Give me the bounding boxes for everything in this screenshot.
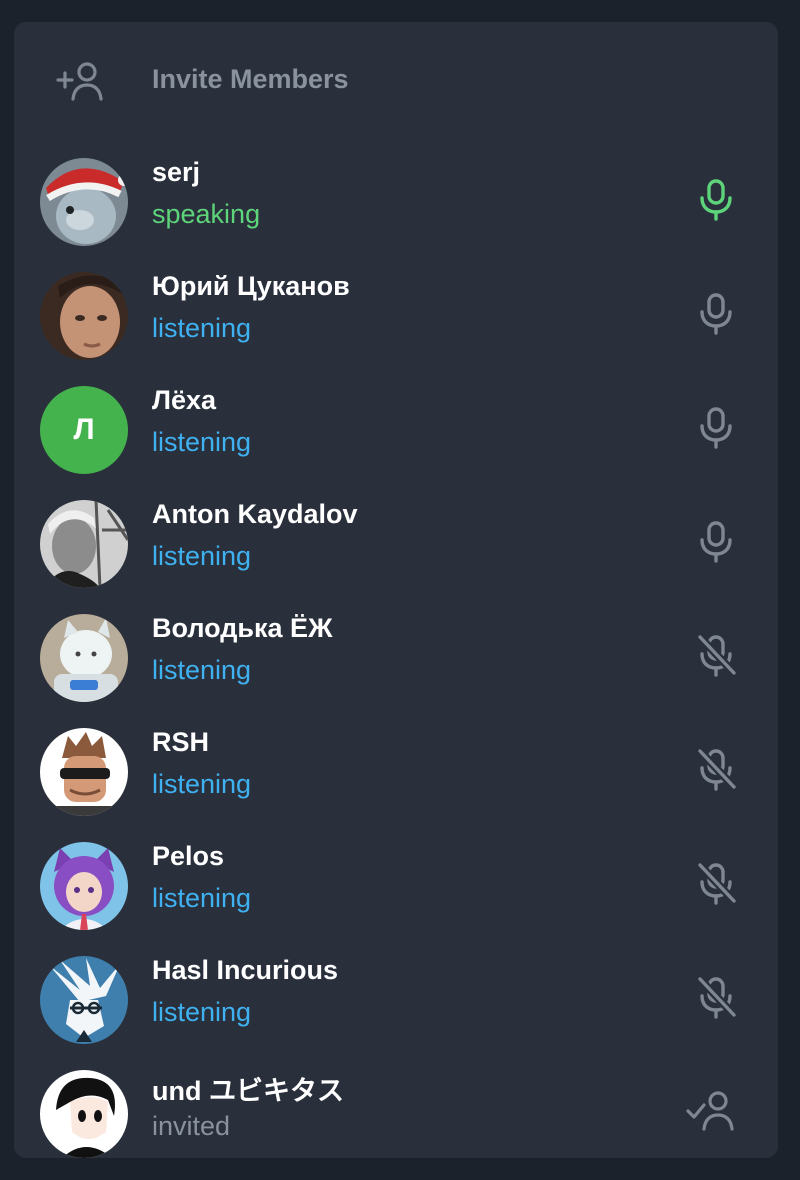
avatar: Л — [40, 386, 128, 474]
member-name: und ユビキタス — [152, 1076, 344, 1106]
member-row[interactable]: Hasl Incurious listening — [14, 945, 778, 1059]
member-row[interactable]: RSH listening — [14, 717, 778, 831]
invited-check-icon[interactable] — [682, 1087, 738, 1135]
avatar — [40, 500, 128, 588]
member-status: listening — [152, 883, 252, 913]
member-status: invited — [152, 1111, 231, 1141]
active-mic-icon[interactable] — [692, 175, 740, 223]
muted-mic-icon[interactable] — [692, 631, 740, 679]
avatar-initial: Л — [73, 413, 95, 446]
mic-icon[interactable] — [692, 403, 740, 451]
mic-icon[interactable] — [692, 517, 740, 565]
muted-mic-icon[interactable] — [692, 745, 740, 793]
member-status: listening — [152, 769, 252, 799]
avatar — [40, 728, 128, 816]
member-name: Юрий Цуканов — [152, 271, 350, 301]
member-status: listening — [152, 541, 252, 571]
member-status: listening — [152, 313, 252, 343]
invite-members-button[interactable]: Invite Members — [14, 22, 778, 136]
member-name: Лёха — [152, 385, 216, 415]
add-user-icon — [56, 62, 103, 101]
member-status: listening — [152, 427, 252, 457]
member-row[interactable]: und ユビキタス invited — [14, 1059, 778, 1158]
avatar — [40, 158, 128, 246]
invite-members-label: Invite Members — [152, 64, 349, 94]
member-row[interactable]: Володька ЁЖ listening — [14, 603, 778, 717]
avatar — [40, 956, 128, 1044]
member-name: Pelos — [152, 841, 225, 871]
voice-chat-members-panel: Invite Members serj speaking Юрий Цукано… — [14, 22, 778, 1158]
member-name: Володька ЁЖ — [152, 613, 333, 643]
member-row[interactable]: Anton Kaydalov listening — [14, 489, 778, 603]
avatar — [40, 272, 128, 360]
member-row[interactable]: Юрий Цуканов listening — [14, 261, 778, 375]
member-name: serj — [152, 157, 201, 187]
avatar — [40, 614, 128, 702]
member-name: Anton Kaydalov — [152, 499, 358, 529]
member-row[interactable]: serj speaking — [14, 147, 778, 261]
member-row[interactable]: Pelos listening — [14, 831, 778, 945]
member-status: listening — [152, 997, 252, 1027]
muted-mic-icon[interactable] — [692, 859, 740, 907]
member-row[interactable]: Л Лёха listening — [14, 375, 778, 489]
avatar — [40, 1070, 128, 1158]
muted-mic-icon[interactable] — [692, 973, 740, 1021]
mic-icon[interactable] — [692, 289, 740, 337]
avatar — [40, 842, 128, 930]
member-name: RSH — [152, 727, 210, 757]
member-name: Hasl Incurious — [152, 955, 339, 985]
member-status: speaking — [152, 199, 261, 229]
member-status: listening — [152, 655, 252, 685]
